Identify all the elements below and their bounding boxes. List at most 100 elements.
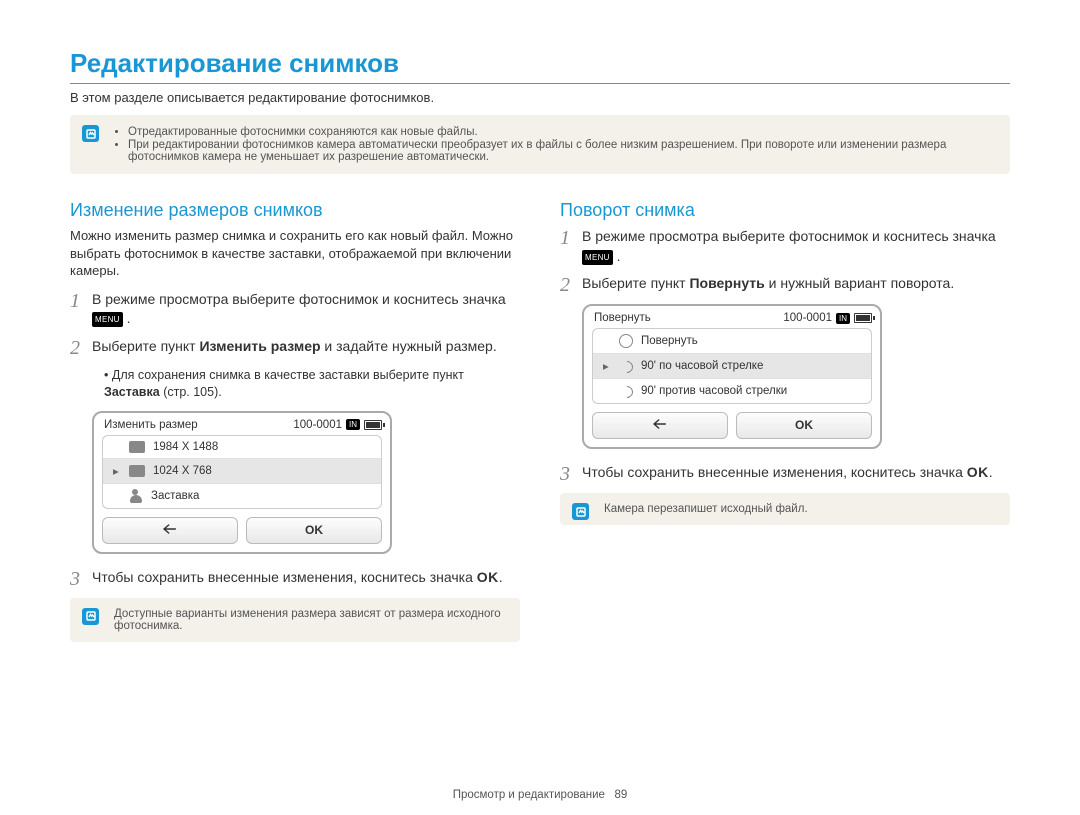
page-title: Редактирование снимков: [70, 48, 1010, 79]
device-header: Повернуть 100-0001 IN: [592, 312, 872, 328]
step-number: 3: [560, 463, 582, 485]
top-note-item: При редактировании фотоснимков камера ав…: [128, 139, 996, 163]
step-number: 1: [70, 290, 92, 329]
menu-icon: MENU: [582, 250, 613, 265]
list-item-label: 90' против часовой стрелки: [641, 385, 787, 397]
step-number: 1: [560, 227, 582, 266]
menu-icon: MENU: [92, 312, 123, 327]
rotate-step-2: 2 Выберите пункт Повернуть и нужный вари…: [560, 274, 1010, 296]
person-icon: [129, 489, 143, 503]
section-heading-resize: Изменение размеров снимков: [70, 200, 520, 221]
device-title: Изменить размер: [104, 419, 198, 431]
list-item-label: 90' по часовой стрелке: [641, 360, 763, 372]
page-intro: В этом разделе описывается редактировани…: [70, 90, 1010, 105]
rotate-device: Повернуть 100-0001 IN Повернуть ▸: [582, 304, 882, 449]
rotate-ccw-icon: [619, 384, 633, 398]
step-text: В режиме просмотра выберите фотоснимок и…: [92, 291, 506, 307]
resize-step-1: 1 В режиме просмотра выберите фотоснимок…: [70, 290, 520, 329]
list-item[interactable]: ▸ 90' по часовой стрелке: [593, 353, 871, 378]
step-body: Выберите пункт Повернуть и нужный вариан…: [582, 274, 954, 296]
rotate-step-1: 1 В режиме просмотра выберите фотоснимок…: [560, 227, 1010, 266]
note-text: Камера перезапишет исходный файл.: [604, 503, 808, 515]
step-body: В режиме просмотра выберите фотоснимок и…: [92, 290, 520, 329]
list-item-label: 1984 X 1488: [153, 441, 218, 453]
rotate-icon: [619, 334, 633, 348]
ok-button[interactable]: OK: [736, 412, 872, 439]
step-number: 2: [70, 337, 92, 359]
step-text-after: .: [127, 310, 131, 326]
step-body: Выберите пункт Изменить размер и задайте…: [92, 337, 497, 359]
footer-section: Просмотр и редактирование: [453, 789, 605, 801]
back-button[interactable]: [592, 412, 728, 439]
battery-icon: [364, 420, 382, 430]
ok-icon: OK: [967, 464, 989, 480]
step-text: Чтобы сохранить внесенные изменения, кос…: [92, 569, 477, 585]
list-item[interactable]: 1984 X 1488: [103, 436, 381, 458]
device-title: Повернуть: [594, 312, 651, 324]
step-body: Чтобы сохранить внесенные изменения, кос…: [582, 463, 993, 485]
sub-bullet-post: (стр. 105).: [163, 385, 222, 399]
step-bold: Изменить размер: [199, 338, 320, 354]
step-text-post: и задайте нужный размер.: [324, 338, 496, 354]
step-text: Выберите пункт: [92, 338, 199, 354]
section-heading-rotate: Поворот снимка: [560, 200, 1010, 221]
step-period: .: [499, 569, 503, 585]
size-icon: [129, 465, 145, 477]
step-text: Чтобы сохранить внесенные изменения, кос…: [582, 464, 967, 480]
resize-step-3: 3 Чтобы сохранить внесенные изменения, к…: [70, 568, 520, 590]
footer-page-number: 89: [614, 789, 627, 801]
device-file-no: 100-0001: [293, 419, 342, 431]
list-item[interactable]: ▸ 1024 X 768: [103, 458, 381, 483]
back-button[interactable]: [102, 517, 238, 544]
list-item[interactable]: Заставка: [103, 483, 381, 508]
step-period: .: [989, 464, 993, 480]
device-list: Повернуть ▸ 90' по часовой стрелке 90' п…: [592, 328, 872, 404]
rotate-cw-icon: [619, 359, 633, 373]
ok-icon: OK: [477, 569, 499, 585]
top-note-list: Отредактированные фотоснимки сохраняются…: [114, 126, 996, 163]
device-buttons: OK: [592, 412, 872, 439]
title-rule: [70, 83, 1010, 84]
ok-button[interactable]: OK: [246, 517, 382, 544]
right-column: Поворот снимка 1 В режиме просмотра выбе…: [560, 200, 1010, 668]
note-icon: [82, 608, 99, 625]
device-list: 1984 X 1488 ▸ 1024 X 768 Заставка: [102, 435, 382, 509]
note-text: Доступные варианты изменения размера зав…: [114, 608, 501, 632]
note-icon: [572, 503, 589, 520]
device-file-no: 100-0001: [783, 312, 832, 324]
step-text: В режиме просмотра выберите фотоснимок и…: [582, 228, 996, 244]
caret-icon: ▸: [113, 464, 121, 478]
top-note-box: Отредактированные фотоснимки сохраняются…: [70, 115, 1010, 174]
note-icon: [82, 125, 99, 142]
step-text-post: и нужный вариант поворота.: [769, 275, 955, 291]
list-item-label: Заставка: [151, 490, 199, 502]
caret-icon: ▸: [603, 359, 611, 373]
list-item[interactable]: 90' против часовой стрелки: [593, 378, 871, 403]
resize-step-2: 2 Выберите пункт Изменить размер и задай…: [70, 337, 520, 359]
sub-bullet-pre: Для сохранения снимка в качестве заставк…: [112, 368, 464, 382]
battery-icon: [854, 313, 872, 323]
step-text-after: .: [617, 248, 621, 264]
list-item-label: 1024 X 768: [153, 465, 212, 477]
device-header: Изменить размер 100-0001 IN: [102, 419, 382, 435]
list-item[interactable]: Повернуть: [593, 329, 871, 353]
in-badge-icon: IN: [346, 419, 360, 430]
page-footer: Просмотр и редактирование 89: [0, 789, 1080, 801]
left-column: Изменение размеров снимков Можно изменит…: [70, 200, 520, 668]
device-buttons: OK: [102, 517, 382, 544]
resize-bottom-note: Доступные варианты изменения размера зав…: [70, 598, 520, 642]
step-number: 3: [70, 568, 92, 590]
size-icon: [129, 441, 145, 453]
top-note-item: Отредактированные фотоснимки сохраняются…: [128, 126, 996, 138]
in-badge-icon: IN: [836, 313, 850, 324]
list-item-label: Повернуть: [641, 335, 698, 347]
resize-device: Изменить размер 100-0001 IN 1984 X 1488: [92, 411, 392, 554]
rotate-step-3: 3 Чтобы сохранить внесенные изменения, к…: [560, 463, 1010, 485]
step-body: В режиме просмотра выберите фотоснимок и…: [582, 227, 1010, 266]
step-text: Выберите пункт: [582, 275, 689, 291]
sub-bullet-bold: Заставка: [104, 385, 160, 399]
resize-sub-bullet: Для сохранения снимка в качестве заставк…: [104, 367, 520, 401]
step-number: 2: [560, 274, 582, 296]
step-bold: Повернуть: [689, 275, 764, 291]
rotate-bottom-note: Камера перезапишет исходный файл.: [560, 493, 1010, 525]
